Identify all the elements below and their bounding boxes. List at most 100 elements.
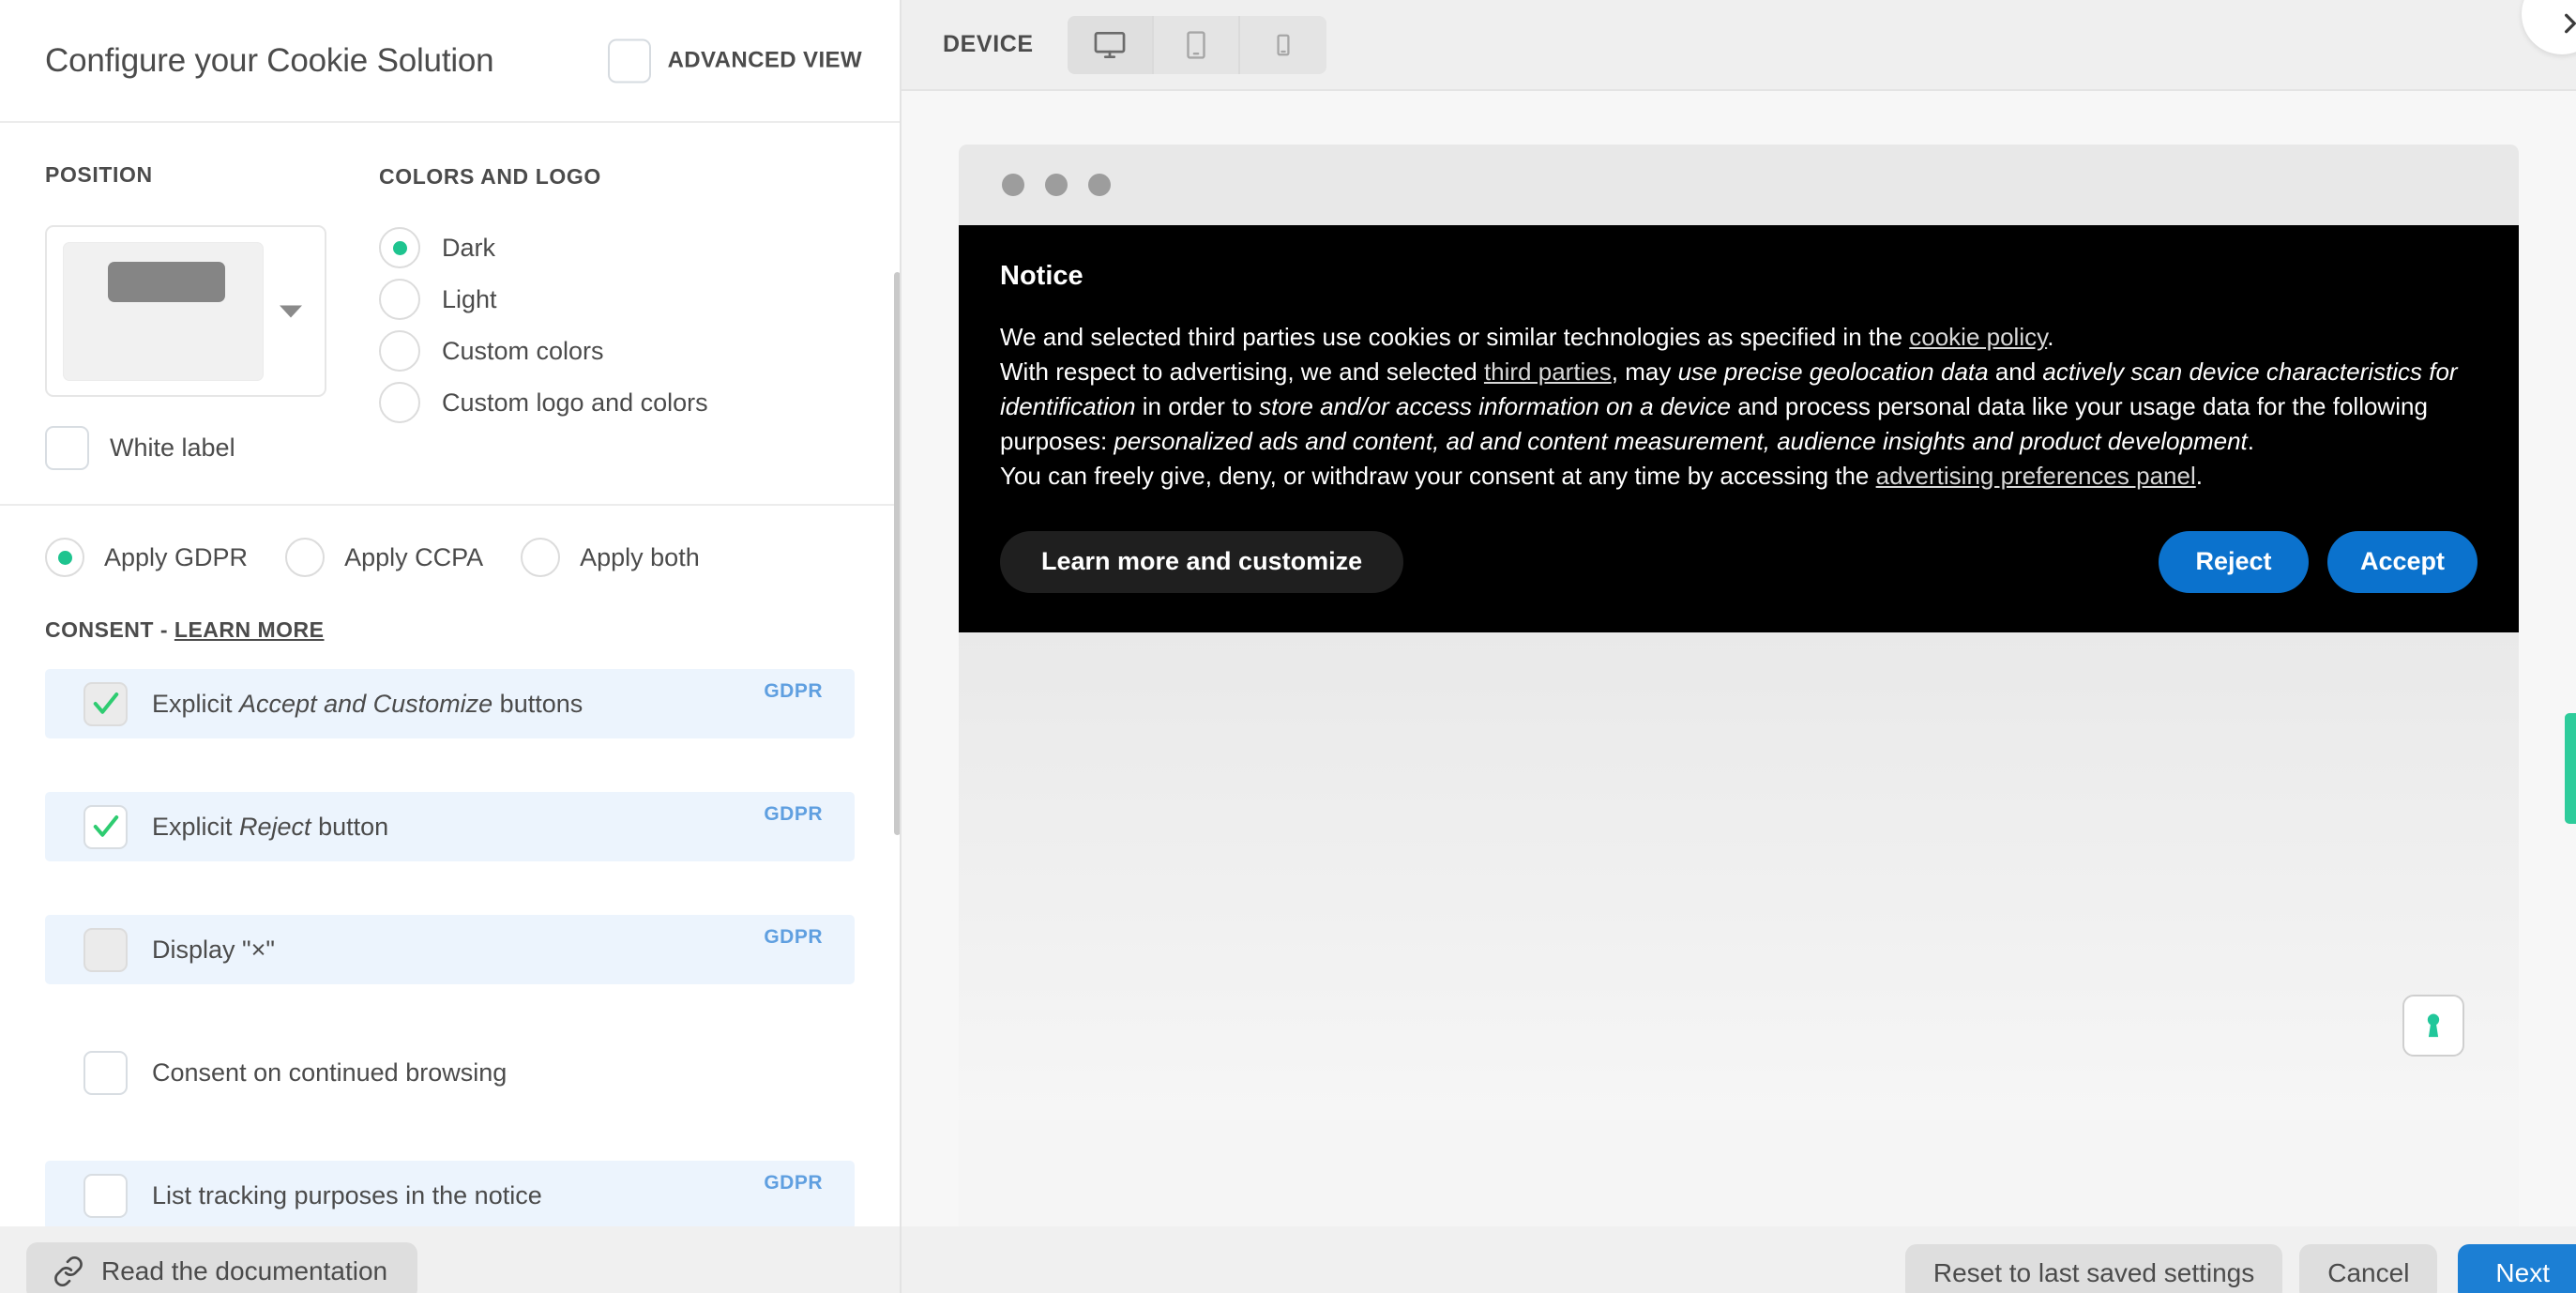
status-badge: GDPR [764, 926, 823, 948]
color-option-dark[interactable]: Dark [379, 227, 855, 268]
browser-titlebar [959, 145, 2519, 225]
page-content-placeholder [959, 631, 2519, 1120]
apply-option-gdpr[interactable]: Apply GDPR [45, 538, 248, 577]
apply-radio-group: Apply GDPR Apply CCPA Apply both [45, 538, 855, 577]
radio-dark[interactable] [379, 227, 420, 268]
accept-button[interactable]: Accept [2327, 530, 2478, 593]
banner-body: We and selected third parties use cookie… [1000, 323, 2458, 490]
advanced-view-toggle[interactable]: ADVANCED VIEW [607, 38, 862, 83]
consent-item-list-tracking-purposes[interactable]: List tracking purposes in the notice GDP… [45, 1161, 855, 1230]
cancel-button[interactable]: Cancel [2299, 1243, 2438, 1293]
status-badge: GDPR [764, 1172, 823, 1194]
color-option-label: Light [442, 284, 497, 313]
white-label-row[interactable]: White label [45, 426, 379, 470]
tab-desktop[interactable] [1067, 15, 1154, 74]
preview-area: Notice We and selected third parties use… [902, 91, 2576, 1293]
color-option-custom-colors[interactable]: Custom colors [379, 330, 855, 372]
apply-option-both[interactable]: Apply both [521, 538, 700, 577]
checkbox-explicit-accept-customize[interactable] [83, 681, 128, 726]
consent-item-label: Explicit Accept and Customize buttons [152, 689, 583, 718]
browser-mock: Notice We and selected third parties use… [959, 145, 2519, 1293]
panel-header: Configure your Cookie Solution ADVANCED … [0, 0, 900, 123]
color-option-label: Custom colors [442, 336, 604, 365]
reject-button[interactable]: Reject [2159, 530, 2309, 593]
third-parties-link[interactable]: third parties [1484, 357, 1612, 386]
chevron-right-icon [2565, 13, 2576, 34]
apply-option-label: Apply CCPA [344, 542, 484, 571]
apply-option-label: Apply both [580, 542, 700, 571]
consent-item-explicit-accept-customize[interactable]: Explicit Accept and Customize buttons GD… [45, 669, 855, 738]
white-label-checkbox[interactable] [45, 426, 89, 470]
banner-line2-text: With respect to advertising, we and sele… [1000, 357, 1484, 386]
consent-section: Apply GDPR Apply CCPA Apply both CONSENT… [0, 506, 900, 1230]
learn-more-customize-button[interactable]: Learn more and customize [1000, 530, 1404, 593]
page-title: Configure your Cookie Solution [45, 41, 494, 79]
banner-actions: Learn more and customize Reject Accept [1000, 530, 2478, 593]
keyhole-icon [2427, 1013, 2440, 1037]
colors-radio-group: Dark Light Custom colors Custom logo and… [379, 227, 855, 423]
window-dot-maximize [1088, 174, 1111, 196]
apply-option-ccpa[interactable]: Apply CCPA [285, 538, 483, 577]
window-dot-minimize [1045, 174, 1068, 196]
position-select[interactable] [45, 225, 326, 397]
banner-title: Notice [1000, 261, 1083, 291]
preview-panel: DEVICE Notice We and selected third part… [902, 0, 2576, 1293]
cookie-banner-preview: Notice We and selected third parties use… [959, 225, 2519, 632]
desktop-icon [1094, 31, 1126, 58]
radio-custom-logo-colors[interactable] [379, 382, 420, 423]
cookie-solution-configurator: Configure your Cookie Solution ADVANCED … [0, 0, 2576, 1293]
checkbox-list-tracking-purposes[interactable] [83, 1173, 128, 1218]
privacy-widget-badge[interactable] [2402, 994, 2464, 1057]
panel-scrollbar[interactable] [894, 272, 900, 835]
device-tabs [1067, 15, 1326, 74]
consent-heading: CONSENT - LEARN MORE [45, 617, 855, 643]
apply-option-label: Apply GDPR [104, 542, 249, 571]
consent-item-label: Consent on continued browsing [152, 1057, 508, 1087]
device-label: DEVICE [943, 31, 1034, 57]
checkbox-explicit-reject[interactable] [83, 804, 128, 849]
side-edge-tab[interactable] [2565, 713, 2576, 824]
consent-heading-prefix: CONSENT - [45, 617, 174, 642]
reset-settings-button[interactable]: Reset to last saved settings [1904, 1243, 2283, 1293]
radio-apply-both[interactable] [521, 538, 561, 577]
tab-tablet[interactable] [1154, 15, 1240, 74]
advertising-preferences-link[interactable]: advertising preferences panel [1876, 462, 2196, 490]
window-dot-close [1002, 174, 1024, 196]
cookie-policy-link[interactable]: cookie policy [1909, 323, 2047, 351]
tablet-icon [1186, 30, 1205, 59]
consent-item-label: List tracking purposes in the notice [152, 1180, 542, 1209]
consent-item-label: Explicit Reject button [152, 812, 389, 841]
radio-apply-ccpa[interactable] [285, 538, 326, 577]
advanced-view-label: ADVANCED VIEW [667, 47, 862, 73]
mobile-icon [1277, 34, 1290, 55]
consent-item-display-x[interactable]: Display "×" GDPR [45, 915, 855, 984]
checkbox-continued-browsing[interactable] [83, 1050, 128, 1095]
next-button[interactable]: Next [2458, 1243, 2576, 1293]
read-documentation-label: Read the documentation [101, 1255, 388, 1285]
consent-item-explicit-reject[interactable]: Explicit Reject button GDPR [45, 792, 855, 861]
advanced-view-checkbox[interactable] [607, 38, 651, 83]
position-column: POSITION White label [45, 162, 379, 470]
radio-light[interactable] [379, 279, 420, 320]
link-icon [54, 1255, 83, 1286]
radio-apply-gdpr[interactable] [45, 538, 84, 577]
consent-options-list: Explicit Accept and Customize buttons GD… [45, 669, 855, 1230]
right-footer-bar: Reset to last saved settings Cancel Next [902, 1226, 2576, 1293]
status-badge: GDPR [764, 680, 823, 702]
color-option-custom-logo-colors[interactable]: Custom logo and colors [379, 382, 855, 423]
learn-more-link[interactable]: LEARN MORE [174, 617, 325, 642]
radio-custom-colors[interactable] [379, 330, 420, 372]
color-option-light[interactable]: Light [379, 279, 855, 320]
color-option-label: Custom logo and colors [442, 388, 708, 417]
status-badge: GDPR [764, 803, 823, 825]
chevron-down-icon [280, 305, 302, 317]
checkbox-display-x[interactable] [83, 927, 128, 972]
tab-mobile[interactable] [1240, 16, 1326, 74]
configuration-panel: Configure your Cookie Solution ADVANCED … [0, 0, 902, 1293]
colors-column: COLORS AND LOGO Dark Light Custom colors [379, 162, 855, 470]
banner-line3-text: You can freely give, deny, or withdraw y… [1000, 461, 1876, 490]
read-documentation-button[interactable]: Read the documentation [26, 1241, 418, 1293]
colors-section-label: COLORS AND LOGO [379, 164, 601, 189]
consent-item-continued-browsing[interactable]: Consent on continued browsing [45, 1038, 855, 1107]
white-label-label: White label [110, 434, 235, 462]
